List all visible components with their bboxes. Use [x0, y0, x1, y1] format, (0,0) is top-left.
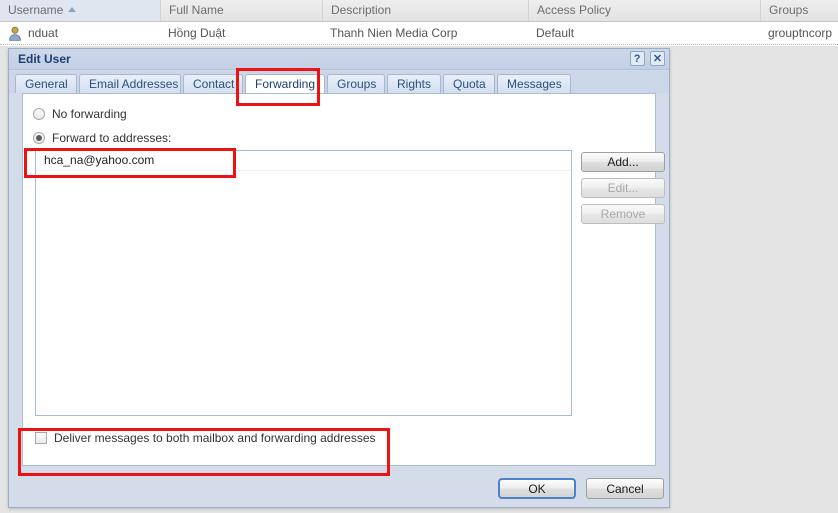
column-header-full-name[interactable]: Full Name [160, 0, 322, 21]
user-list-grid: Username Full Name Description Access Po… [0, 0, 838, 46]
column-header-access-policy[interactable]: Access Policy [528, 0, 760, 21]
radio-forward-to-addresses-indicator [33, 132, 45, 144]
deliver-to-both-checkbox[interactable]: Deliver messages to both mailbox and for… [35, 431, 376, 445]
list-item[interactable]: hca_na@yahoo.com [36, 151, 571, 171]
column-header-description-label: Description [331, 3, 392, 17]
cell-groups: grouptncorp [768, 26, 833, 40]
tab-groups[interactable]: Groups [327, 74, 385, 93]
ok-button[interactable]: OK [498, 478, 576, 499]
tab-contact[interactable]: Contact [183, 74, 243, 93]
deliver-to-both-label: Deliver messages to both mailbox and for… [54, 431, 376, 445]
column-header-access-policy-label: Access Policy [537, 3, 612, 17]
titlebar-buttons: ? ✕ [628, 51, 665, 66]
tab-quota[interactable]: Quota [443, 74, 495, 93]
tab-email-addresses[interactable]: Email Addresses [79, 74, 181, 93]
radio-no-forwarding-label: No forwarding [52, 107, 127, 121]
dialog-titlebar[interactable]: Edit User ? ✕ [9, 49, 669, 70]
radio-no-forwarding-indicator [33, 108, 45, 120]
radio-forward-to-addresses-label: Forward to addresses: [52, 131, 172, 145]
cancel-button[interactable]: Cancel [586, 478, 664, 499]
edit-address-button[interactable]: Edit... [581, 178, 665, 198]
add-address-button[interactable]: Add... [581, 152, 665, 172]
cell-description: Thanh Nien Media Corp [330, 26, 458, 40]
radio-no-forwarding[interactable]: No forwarding [33, 107, 127, 121]
cell-username: nduat [28, 26, 59, 40]
dialog-title: Edit User [18, 52, 71, 66]
close-icon[interactable]: ✕ [650, 51, 665, 66]
radio-forward-to-addresses[interactable]: Forward to addresses: [33, 131, 171, 145]
table-row[interactable]: nduat Hồng Duật Thanh Nien Media Corp De… [0, 22, 838, 45]
tab-messages[interactable]: Messages [497, 74, 571, 93]
cell-access-policy: Default [536, 26, 575, 40]
tab-rights[interactable]: Rights [387, 74, 441, 93]
deliver-to-both-checkbox-indicator [35, 432, 47, 444]
forwarding-tab-panel: No forwarding Forward to addresses: hca_… [22, 93, 665, 466]
dialog-tabstrip: General Email Addresses Contact Forwardi… [9, 71, 669, 94]
sort-ascending-icon [68, 7, 77, 13]
column-header-username-label: Username [8, 3, 64, 17]
column-header-groups[interactable]: Groups [760, 0, 838, 21]
cell-full-name: Hồng Duật [168, 26, 226, 40]
edit-user-dialog: Edit User ? ✕ General Email Addresses Co… [8, 48, 670, 508]
forwarding-address-list[interactable]: hca_na@yahoo.com [35, 150, 572, 416]
tab-general[interactable]: General [15, 74, 77, 93]
column-header-username[interactable]: Username [0, 0, 160, 21]
column-header-full-name-label: Full Name [169, 3, 224, 17]
grid-header-row: Username Full Name Description Access Po… [0, 0, 838, 22]
question-mark-icon[interactable]: ? [629, 51, 645, 66]
dialog-footer: OK Cancel [9, 470, 669, 507]
column-header-groups-label: Groups [769, 3, 809, 17]
tab-forwarding[interactable]: Forwarding [245, 74, 325, 94]
remove-address-button[interactable]: Remove [581, 204, 665, 224]
column-header-description[interactable]: Description [322, 0, 528, 21]
